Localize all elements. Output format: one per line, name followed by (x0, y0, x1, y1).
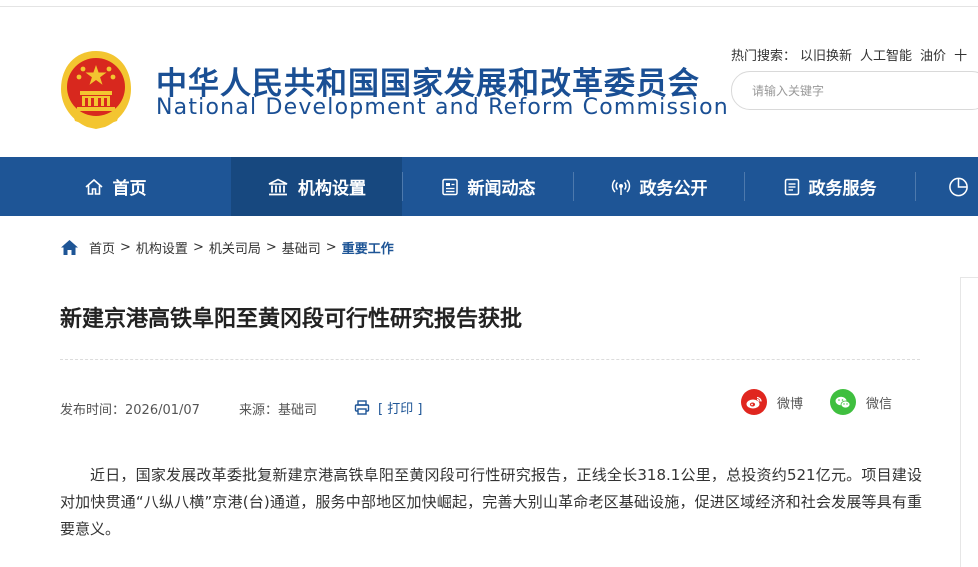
search-input[interactable] (752, 82, 972, 100)
nav-label: 政务公开 (639, 179, 708, 199)
side-panel (960, 277, 978, 567)
hot-search: 热门搜索： 以旧换新 人工智能 油价十 (731, 45, 971, 64)
breadcrumb-separator: > (192, 240, 204, 255)
nav-label: 机构设置 (298, 179, 366, 199)
broadcast-icon (611, 178, 630, 195)
home-icon (84, 178, 103, 195)
nav-label: 政务服务 (808, 179, 877, 199)
home-icon[interactable] (60, 239, 79, 256)
hot-keyword[interactable]: 人工智能 (860, 49, 912, 64)
nav-label: 首页 (112, 179, 147, 199)
nav-item-institution[interactable]: 机构设置 (231, 157, 402, 216)
news-icon (441, 178, 458, 195)
nav-item-home[interactable]: 首页 (0, 157, 230, 216)
site-header: 中华人民共和国国家发展和改革委员会 National Development a… (0, 0, 978, 157)
breadcrumb-separator: > (325, 240, 337, 255)
main-nav: 首页 机构设置 新闻动态 政务公开 政务服务 (0, 157, 978, 216)
breadcrumb: 首页 > 机构设置 > 机关司局 > 基础司 > 重要工作 (60, 238, 394, 257)
hot-search-label: 热门搜索： (731, 49, 797, 64)
national-emblem-icon[interactable] (59, 49, 133, 131)
breadcrumb-separator: > (265, 240, 277, 255)
nav-item-gov-open[interactable]: 政务公开 (574, 157, 744, 216)
hot-keyword[interactable]: 以旧换新 (800, 49, 852, 64)
site-title-en[interactable]: National Development and Reform Commissi… (156, 95, 729, 120)
breadcrumb-link[interactable]: 机关司局 (209, 238, 261, 257)
publish-date: 发布时间：2026/01/07 (60, 403, 200, 418)
title-divider (60, 359, 920, 360)
breadcrumb-link[interactable]: 首页 (89, 238, 115, 257)
hot-keyword[interactable]: 十 (954, 49, 967, 64)
share-weibo[interactable]: 微博 (741, 389, 803, 415)
service-icon (784, 178, 799, 195)
nav-label: 新闻动态 (467, 179, 536, 199)
share-wechat-label: 微信 (866, 396, 893, 412)
breadcrumb-link[interactable]: 基础司 (282, 238, 321, 257)
article-body: 近日，国家发展改革委批复新建京港高铁阜阳至黄冈段可行性研究报告，正线全长318.… (60, 466, 922, 538)
share-weibo-label: 微博 (777, 396, 804, 412)
breadcrumb-link[interactable]: 机构设置 (136, 238, 188, 257)
article-source: 来源：基础司 (239, 403, 318, 418)
hot-keyword[interactable]: 油价 (920, 49, 946, 64)
breadcrumb-separator: > (120, 240, 131, 255)
search-box (731, 71, 978, 110)
print-label: [ 打印 ] (378, 402, 423, 417)
nav-item-data[interactable] (916, 157, 978, 216)
share-wechat[interactable]: 微信 (830, 389, 892, 415)
printer-icon (354, 400, 370, 415)
chart-icon (949, 177, 968, 196)
article-title: 新建京港高铁阜阳至黄冈段可行性研究报告获批 (60, 307, 523, 332)
institution-icon (268, 178, 288, 195)
nav-item-gov-service[interactable]: 政务服务 (745, 157, 915, 216)
wechat-icon (830, 389, 856, 415)
print-button[interactable]: [ 打印 ] (354, 398, 422, 417)
nav-item-news[interactable]: 新闻动态 (403, 157, 573, 216)
weibo-icon (741, 389, 767, 415)
breadcrumb-current: 重要工作 (341, 242, 394, 257)
